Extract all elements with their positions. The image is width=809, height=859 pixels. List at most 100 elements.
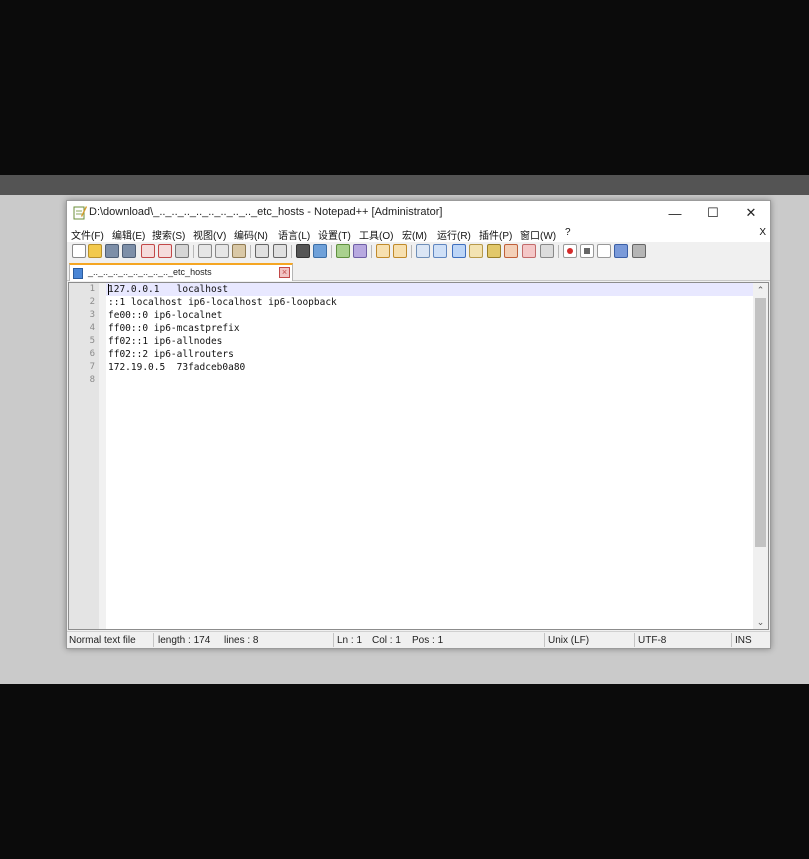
open-file-icon[interactable] (88, 244, 102, 258)
code-line: fe00::0 ip6-localnet (108, 310, 223, 321)
menu-window[interactable]: 窗口(W) (520, 227, 556, 242)
line-number: 6 (89, 349, 95, 359)
play-macro-icon[interactable] (597, 244, 611, 258)
zoom-out-icon[interactable] (353, 244, 367, 258)
undo-icon[interactable] (255, 244, 269, 258)
save-icon[interactable] (105, 244, 119, 258)
close-window-button[interactable]: ✕ (732, 201, 770, 225)
save-all-icon[interactable] (122, 244, 136, 258)
line-number: 5 (89, 336, 95, 346)
word-wrap-icon[interactable] (416, 244, 430, 258)
tab-label: _.._.._.._.._.._.._.._.._etc_hosts (88, 267, 212, 277)
status-bar: Normal text file length : 174 lines : 8 … (67, 631, 770, 648)
code-line: ::1 localhost ip6-localhost ip6-loopback (108, 297, 337, 308)
paste-icon[interactable] (232, 244, 246, 258)
status-insert-mode[interactable]: INS (735, 635, 752, 646)
status-length: length : 174 (158, 635, 211, 646)
function-list-icon[interactable] (504, 244, 518, 258)
menu-encoding[interactable]: 编码(N) (234, 227, 268, 242)
sync-horizontal-icon[interactable] (393, 244, 407, 258)
code-line: 127.0.0.1 localhost (108, 284, 229, 295)
title-bar[interactable]: D:\download\_.._.._.._.._.._.._.._.._etc… (67, 201, 770, 225)
folder-workspace-icon[interactable] (522, 244, 536, 258)
monitoring-icon[interactable] (540, 244, 554, 258)
sync-vertical-icon[interactable] (376, 244, 390, 258)
status-encoding[interactable]: UTF-8 (638, 635, 666, 646)
toolbar-separator (558, 245, 559, 258)
tab-etc-hosts[interactable]: _.._.._.._.._.._.._.._.._etc_hosts × (69, 263, 293, 281)
status-file-type: Normal text file (69, 635, 136, 646)
status-separator (153, 633, 154, 647)
maximize-button[interactable]: ☐ (694, 201, 732, 225)
scrollbar-thumb[interactable] (755, 298, 766, 547)
code-line: 172.19.0.5 73fadceb0a80 (108, 362, 246, 373)
menu-macro[interactable]: 宏(M) (402, 227, 427, 242)
redo-icon[interactable] (273, 244, 287, 258)
maximize-icon: ☐ (707, 205, 719, 220)
doc-map-icon[interactable] (487, 244, 501, 258)
line-number: 4 (89, 323, 95, 333)
status-separator (544, 633, 545, 647)
run-macro-multiple-icon[interactable] (614, 244, 628, 258)
menu-file[interactable]: 文件(F) (71, 227, 104, 242)
copy-icon[interactable] (215, 244, 229, 258)
close-icon: ✕ (745, 205, 757, 220)
notepad-app-icon (73, 206, 87, 220)
record-macro-icon[interactable] (563, 244, 577, 258)
notepad-window: D:\download\_.._.._.._.._.._.._.._.._etc… (66, 200, 771, 649)
save-macro-icon[interactable] (632, 244, 646, 258)
fold-margin[interactable] (99, 283, 106, 629)
window-title: D:\download\_.._.._.._.._.._.._.._.._etc… (89, 206, 443, 218)
line-number: 3 (89, 310, 95, 320)
toolbar (67, 242, 770, 262)
minimize-button[interactable]: — (656, 201, 694, 225)
menu-plugins[interactable]: 插件(P) (479, 227, 512, 242)
code-line: ff02::2 ip6-allrouters (108, 349, 234, 360)
minimize-icon: — (668, 205, 682, 221)
close-all-icon[interactable] (158, 244, 172, 258)
tab-bar: _.._.._.._.._.._.._.._.._etc_hosts × (67, 262, 770, 281)
close-document-button[interactable]: X (759, 227, 766, 238)
cut-icon[interactable] (198, 244, 212, 258)
status-pos: Pos : 1 (412, 635, 444, 646)
editor-area[interactable]: 1 2 3 4 5 6 7 8 127.0.0.1 localhost ::1 … (68, 282, 769, 630)
status-lines: lines : 8 (224, 635, 259, 646)
menu-help[interactable]: ? (565, 227, 571, 238)
toolbar-separator (371, 245, 372, 258)
menu-tools[interactable]: 工具(O) (359, 227, 393, 242)
new-file-icon[interactable] (72, 244, 86, 258)
menu-bar: 文件(F) 编辑(E) 搜索(S) 视图(V) 编码(N) 语言(L) 设置(T… (67, 225, 770, 242)
menu-search[interactable]: 搜索(S) (152, 227, 185, 242)
menu-edit[interactable]: 编辑(E) (112, 227, 145, 242)
line-number: 7 (89, 362, 95, 372)
menu-run[interactable]: 运行(R) (437, 227, 471, 242)
toolbar-separator (250, 245, 251, 258)
status-separator (731, 633, 732, 647)
scroll-up-icon[interactable]: ⌃ (753, 283, 768, 297)
status-col: Col : 1 (372, 635, 401, 646)
save-state-icon (73, 268, 83, 279)
menu-language[interactable]: 语言(L) (278, 227, 310, 242)
code-line: ff02::1 ip6-allnodes (108, 336, 223, 347)
indent-guide-icon[interactable] (452, 244, 466, 258)
show-all-chars-icon[interactable] (433, 244, 447, 258)
stop-record-icon[interactable] (580, 244, 594, 258)
toolbar-separator (331, 245, 332, 258)
status-separator (634, 633, 635, 647)
print-icon[interactable] (175, 244, 189, 258)
close-file-icon[interactable] (141, 244, 155, 258)
status-ln: Ln : 1 (337, 635, 363, 646)
status-eol[interactable]: Unix (LF) (548, 635, 589, 646)
menu-settings[interactable]: 设置(T) (318, 227, 351, 242)
code-line: ff00::0 ip6-mcastprefix (108, 323, 240, 334)
background-band (0, 175, 809, 195)
vertical-scrollbar[interactable]: ⌃ ⌄ (753, 283, 768, 629)
replace-icon[interactable] (313, 244, 327, 258)
scroll-down-icon[interactable]: ⌄ (753, 615, 768, 629)
toolbar-separator (291, 245, 292, 258)
tab-close-icon[interactable]: × (279, 267, 290, 278)
zoom-in-icon[interactable] (336, 244, 350, 258)
user-lang-icon[interactable] (469, 244, 483, 258)
find-icon[interactable] (296, 244, 310, 258)
menu-view[interactable]: 视图(V) (193, 227, 226, 242)
